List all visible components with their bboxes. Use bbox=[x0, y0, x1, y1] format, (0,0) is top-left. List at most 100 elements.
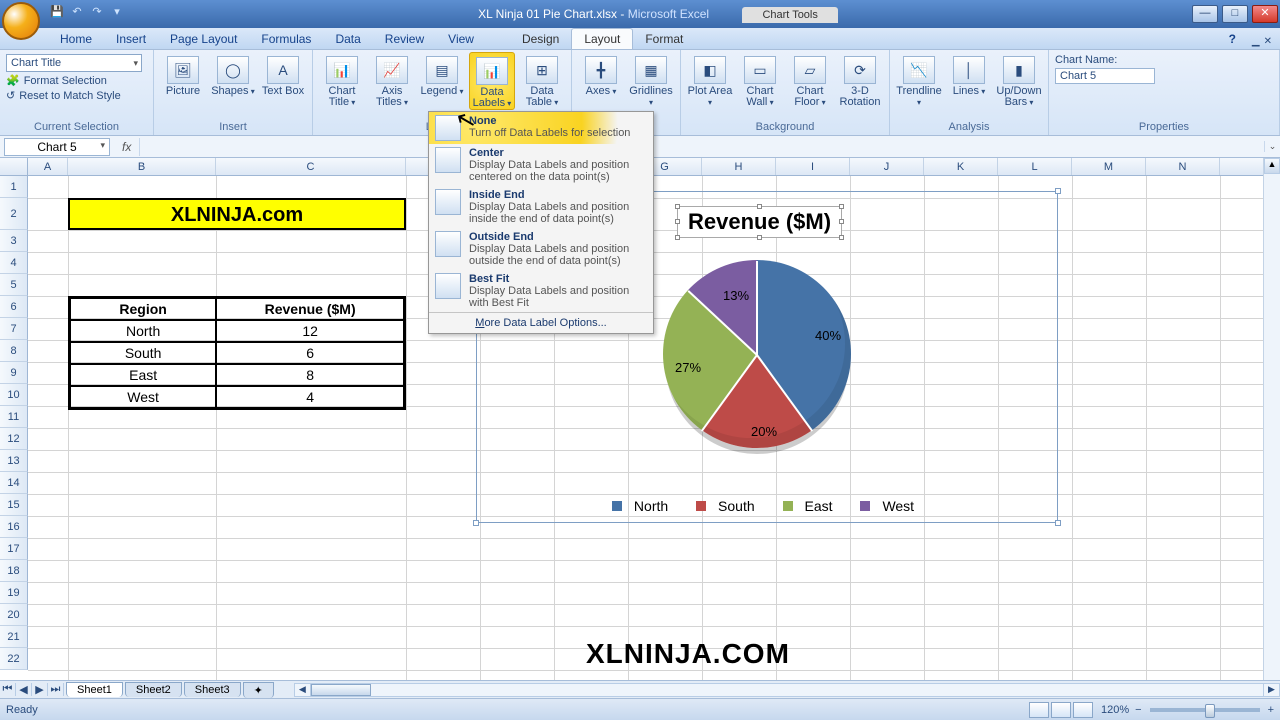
row-header[interactable]: 11 bbox=[0, 406, 28, 428]
dropdown-none[interactable]: NoneTurn off Data Labels for selection bbox=[429, 112, 653, 144]
row-header[interactable]: 5 bbox=[0, 274, 28, 296]
horizontal-scrollbar[interactable]: ◀▶ bbox=[294, 683, 1280, 697]
row-header[interactable]: 4 bbox=[0, 252, 28, 274]
view-normal-icon[interactable] bbox=[1029, 702, 1049, 718]
sheet-nav-next-icon[interactable]: ▶ bbox=[32, 683, 48, 696]
row-header[interactable]: 13 bbox=[0, 450, 28, 472]
row-header[interactable]: 19 bbox=[0, 582, 28, 604]
fx-icon[interactable] bbox=[114, 140, 139, 154]
redo-icon[interactable]: ↷ bbox=[88, 5, 106, 23]
tab-page-layout[interactable]: Page Layout bbox=[158, 29, 249, 49]
tab-review[interactable]: Review bbox=[373, 29, 436, 49]
row-header[interactable]: 8 bbox=[0, 340, 28, 362]
maximize-button[interactable]: □ bbox=[1222, 5, 1248, 23]
column-header[interactable]: I bbox=[776, 158, 850, 175]
legend-button[interactable]: ▤Legend bbox=[419, 52, 465, 97]
row-header[interactable]: 22 bbox=[0, 648, 28, 670]
workbook-close-icon[interactable]: ✕ bbox=[1264, 36, 1272, 47]
row-header[interactable]: 6 bbox=[0, 296, 28, 318]
tab-home[interactable]: Home bbox=[48, 29, 104, 49]
sheet-nav-last-icon[interactable]: ⏭ bbox=[48, 683, 64, 696]
data-table-button[interactable]: ⊞Data Table bbox=[519, 52, 565, 108]
tab-data[interactable]: Data bbox=[323, 29, 372, 49]
row-header[interactable]: 16 bbox=[0, 516, 28, 538]
sheet-tab[interactable]: Sheet2 bbox=[125, 682, 182, 697]
tab-layout[interactable]: Layout bbox=[571, 28, 633, 49]
data-labels-button[interactable]: 📊Data Labels bbox=[469, 52, 515, 110]
row-header[interactable]: 10 bbox=[0, 384, 28, 406]
row-header[interactable]: 18 bbox=[0, 560, 28, 582]
row-header[interactable]: 1 bbox=[0, 176, 28, 198]
plot-area-button[interactable]: ◧Plot Area bbox=[687, 52, 733, 108]
formula-expand-icon[interactable]: ⌄ bbox=[1264, 141, 1280, 152]
dropdown-best-fit[interactable]: Best FitDisplay Data Labels and position… bbox=[429, 270, 653, 312]
gridlines-button[interactable]: ▦Gridlines bbox=[628, 52, 674, 108]
column-header[interactable]: K bbox=[924, 158, 998, 175]
select-all-corner[interactable] bbox=[0, 158, 28, 175]
tab-format[interactable]: Format bbox=[633, 29, 695, 49]
picture-button[interactable]: 🖼Picture bbox=[160, 52, 206, 97]
sheet-nav-first-icon[interactable]: ⏮ bbox=[0, 683, 16, 696]
minimize-button[interactable]: — bbox=[1192, 5, 1218, 23]
column-header[interactable]: M bbox=[1072, 158, 1146, 175]
reset-style-button[interactable]: ↺ Reset to Match Style bbox=[6, 89, 142, 102]
dropdown-outside-end[interactable]: Outside EndDisplay Data Labels and posit… bbox=[429, 228, 653, 270]
row-header[interactable]: 20 bbox=[0, 604, 28, 626]
trendline-button[interactable]: 📉Trendline bbox=[896, 52, 942, 108]
column-header[interactable]: C bbox=[216, 158, 406, 175]
zoom-slider[interactable] bbox=[1150, 708, 1260, 712]
rotation-button[interactable]: ⟳3-D Rotation bbox=[837, 52, 883, 108]
shapes-button[interactable]: ◯Shapes bbox=[210, 52, 256, 97]
chart-title[interactable]: Revenue ($M) bbox=[677, 206, 842, 238]
axes-button[interactable]: ╋Axes bbox=[578, 52, 624, 97]
chart-element-selector[interactable]: Chart Title bbox=[6, 54, 142, 72]
view-layout-icon[interactable] bbox=[1051, 702, 1071, 718]
sheet-tab[interactable]: Sheet1 bbox=[66, 682, 123, 697]
row-header[interactable]: 9 bbox=[0, 362, 28, 384]
tab-insert[interactable]: Insert bbox=[104, 29, 158, 49]
row-header[interactable]: 2 bbox=[0, 198, 28, 230]
view-break-icon[interactable] bbox=[1073, 702, 1093, 718]
row-header[interactable]: 21 bbox=[0, 626, 28, 648]
dropdown-more-options[interactable]: More Data Label Options... bbox=[429, 312, 653, 333]
chart-wall-button[interactable]: ▭Chart Wall bbox=[737, 52, 783, 108]
vertical-scrollbar[interactable]: ▲ bbox=[1263, 158, 1280, 680]
axis-titles-button[interactable]: 📈Axis Titles bbox=[369, 52, 415, 108]
row-header[interactable]: 12 bbox=[0, 428, 28, 450]
name-box[interactable]: Chart 5 bbox=[4, 138, 110, 156]
row-header[interactable]: 7 bbox=[0, 318, 28, 340]
format-selection-button[interactable]: 🧩 Format Selection bbox=[6, 74, 142, 87]
chart-legend[interactable]: North South East West bbox=[477, 498, 1057, 514]
column-header[interactable]: A bbox=[28, 158, 68, 175]
row-header[interactable]: 14 bbox=[0, 472, 28, 494]
pie-chart[interactable] bbox=[663, 260, 851, 448]
column-header[interactable]: H bbox=[702, 158, 776, 175]
column-header[interactable]: N bbox=[1146, 158, 1220, 175]
tab-view[interactable]: View bbox=[436, 29, 486, 49]
chart-name-field[interactable]: Chart 5 bbox=[1055, 68, 1155, 84]
row-header[interactable]: 15 bbox=[0, 494, 28, 516]
qat-customize-icon[interactable]: ▾ bbox=[108, 5, 126, 23]
tab-design[interactable]: Design bbox=[510, 29, 571, 49]
sheet-tab[interactable]: Sheet3 bbox=[184, 682, 241, 697]
close-button[interactable]: ✕ bbox=[1252, 5, 1278, 23]
help-icon[interactable]: ? bbox=[1223, 29, 1242, 49]
zoom-level[interactable]: 120% bbox=[1101, 704, 1129, 716]
tab-formulas[interactable]: Formulas bbox=[249, 29, 323, 49]
sheet-nav-prev-icon[interactable]: ◀ bbox=[16, 683, 32, 696]
dropdown-inside-end[interactable]: Inside EndDisplay Data Labels and positi… bbox=[429, 186, 653, 228]
new-sheet-button[interactable]: ✦ bbox=[243, 682, 274, 698]
formula-input[interactable] bbox=[139, 138, 1264, 156]
row-header[interactable]: 3 bbox=[0, 230, 28, 252]
chart-title-button[interactable]: 📊Chart Title bbox=[319, 52, 365, 108]
column-header[interactable]: L bbox=[998, 158, 1072, 175]
lines-button[interactable]: │Lines bbox=[946, 52, 992, 97]
row-header[interactable]: 17 bbox=[0, 538, 28, 560]
zoom-in-button[interactable]: + bbox=[1268, 704, 1274, 716]
save-icon[interactable]: 💾 bbox=[48, 5, 66, 23]
column-header[interactable]: B bbox=[68, 158, 216, 175]
office-button[interactable] bbox=[2, 2, 40, 40]
updown-bars-button[interactable]: ▮Up/Down Bars bbox=[996, 52, 1042, 108]
ribbon-minimize-icon[interactable]: ▁ bbox=[1252, 36, 1260, 47]
column-header[interactable]: J bbox=[850, 158, 924, 175]
